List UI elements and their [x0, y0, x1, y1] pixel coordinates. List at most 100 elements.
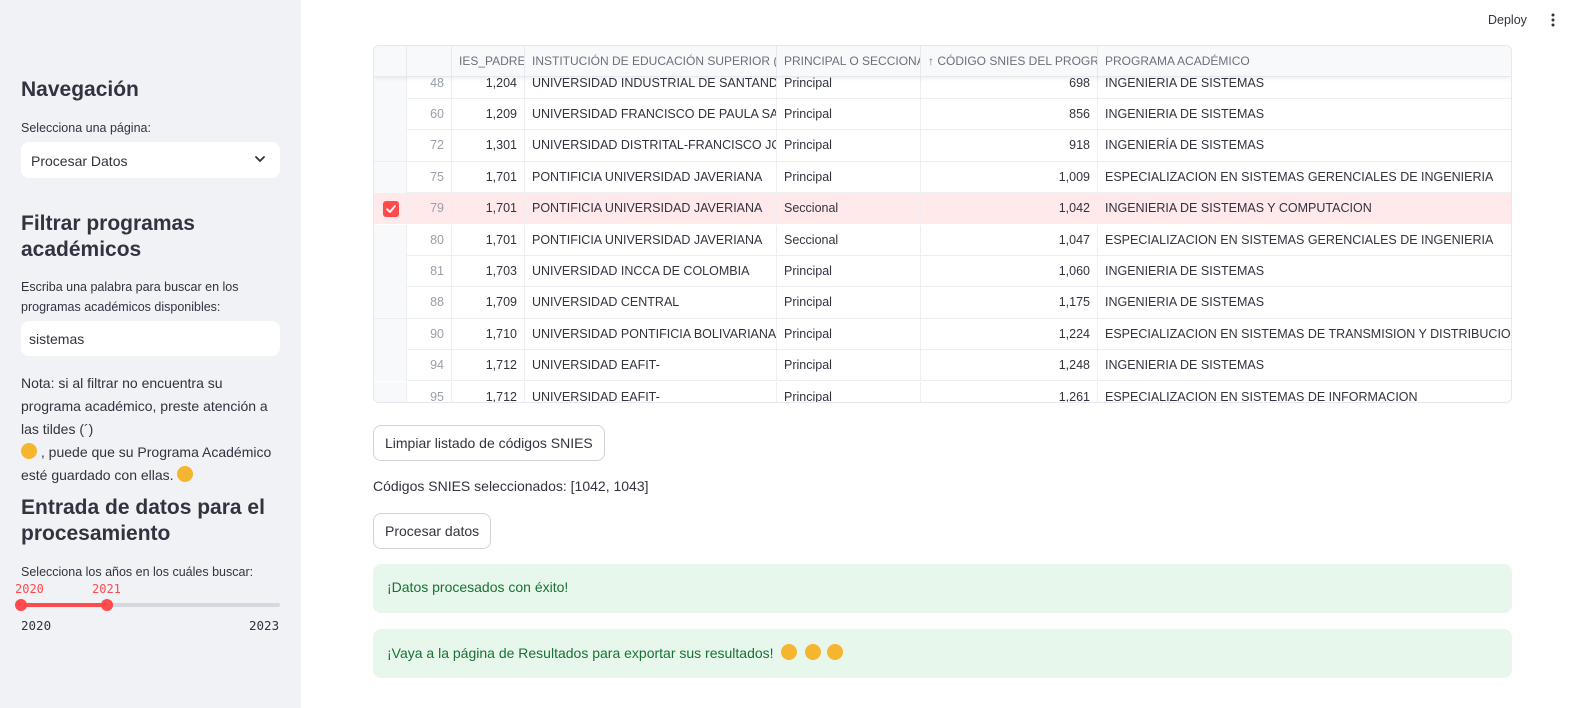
header-institucion[interactable]: INSTITUCIÓN DE EDUCACIÓN SUPERIOR (IES)	[525, 46, 777, 77]
cell-programa: ESPECIALIZACION EN SISTEMAS GERENCIALES …	[1105, 232, 1494, 247]
cell-ies-padre: 1,209	[452, 98, 525, 130]
kebab-menu-icon[interactable]	[1549, 12, 1557, 28]
process-data-button[interactable]: Procesar datos	[373, 513, 492, 549]
results-message: ¡Vaya a la página de Resultados para exp…	[387, 645, 774, 661]
input-title: Entrada de datos para el procesamiento	[21, 496, 265, 545]
money-mouth-emoji-icon	[827, 644, 844, 660]
filter-input[interactable]: sistemas	[21, 321, 280, 356]
header-ies-padre[interactable]: IES_PADRE	[452, 46, 525, 77]
slider-value-low: 2020	[15, 582, 44, 596]
row-select-cell[interactable]	[374, 224, 407, 256]
deploy-button[interactable]: Deploy	[1484, 11, 1531, 29]
table-row[interactable]: 81 1,703 UNIVERSIDAD INCCA DE COLOMBIA Prin…	[374, 255, 1511, 288]
cell-programa: INGENIERIA DE SISTEMAS	[1105, 263, 1265, 278]
table-row[interactable]: 90 1,710 UNIVERSIDAD PONTIFICIA BOLIVARIAN…	[374, 318, 1511, 351]
row-select-cell[interactable]	[374, 161, 407, 193]
cell-codigo-snies: 1,060	[921, 255, 1098, 287]
header-programa[interactable]: PROGRAMA ACADÉMICO	[1098, 46, 1511, 77]
row-index: 94	[407, 350, 452, 382]
cell-tipo: Principal	[777, 318, 921, 350]
cell-institucion: UNIVERSIDAD EAFIT-	[525, 381, 777, 402]
cell-ies-padre: 1,301	[452, 130, 525, 162]
slider-min: 2020	[21, 618, 52, 633]
cell-institucion: UNIVERSIDAD FRANCISCO DE PAULA SANTANDER	[525, 98, 777, 130]
row-index: 60	[407, 98, 452, 130]
filter-title: Filtrar programas académicos	[21, 212, 195, 261]
cell-programa: INGENIERIA DE SISTEMAS	[1105, 295, 1265, 310]
sidebar: Navegación Selecciona una página: Proces…	[0, 0, 301, 708]
page-select-value: Procesar Datos	[31, 153, 128, 169]
years-label: Selecciona los años en los cuáles buscar…	[21, 565, 254, 579]
programs-table[interactable]: IES_PADRE INSTITUCIÓN DE EDUCACIÓN SUPER…	[373, 45, 1512, 403]
success-message: ¡Datos procesados con éxito!	[387, 579, 569, 595]
cell-tipo: Principal	[777, 255, 921, 287]
row-select-cell[interactable]	[374, 318, 407, 350]
row-select-cell[interactable]	[374, 193, 407, 225]
header-checkbox-col	[374, 46, 407, 77]
table-header: IES_PADRE INSTITUCIÓN DE EDUCACIÓN SUPER…	[374, 46, 1511, 77]
cell-codigo-snies: 1,261	[921, 381, 1098, 402]
row-select-cell[interactable]	[374, 130, 407, 162]
chevron-down-icon	[255, 156, 265, 162]
cell-ies-padre: 1,712	[452, 350, 525, 382]
clear-snies-button[interactable]: Limpiar listado de códigos SNIES	[373, 425, 605, 461]
cell-tipo: Principal	[777, 98, 921, 130]
year-range-slider[interactable]	[15, 599, 280, 611]
row-select-cell[interactable]	[374, 287, 407, 319]
row-index: 75	[407, 161, 452, 193]
filter-label: Escriba una palabra para buscar en los p…	[21, 280, 239, 314]
row-index: 90	[407, 318, 452, 350]
row-checkbox-checked-icon[interactable]	[383, 201, 399, 218]
table-row[interactable]: 75 1,701 PONTIFICIA UNIVERSIDAD JAVERIANA P…	[374, 161, 1511, 194]
cell-programa: INGENIERIA DE SISTEMAS	[1105, 358, 1265, 373]
row-select-cell[interactable]	[374, 381, 407, 402]
nav-title: Navegación	[21, 78, 139, 101]
cell-programa: ESPECIALIZACION EN SISTEMAS GERENCIALES …	[1105, 169, 1494, 184]
cell-codigo-snies: 1,248	[921, 350, 1098, 382]
note-text-2: , puede que su Programa Académico esté g…	[21, 444, 272, 483]
cell-ies-padre: 1,701	[452, 224, 525, 256]
row-select-cell[interactable]	[374, 255, 407, 287]
note-text-1: Nota: si al filtrar no encuentra su prog…	[21, 375, 268, 437]
page-select[interactable]: Procesar Datos	[21, 142, 280, 178]
slider-max: 2023	[249, 618, 280, 633]
cell-institucion: UNIVERSIDAD EAFIT-	[525, 350, 777, 382]
winking-tongue-emoji-icon	[177, 466, 194, 482]
slider-thumb-low[interactable]	[15, 599, 27, 611]
cell-tipo: Seccional	[777, 224, 921, 256]
selected-codes-text: Códigos SNIES seleccionados: [1042, 1043…	[373, 478, 649, 494]
page-select-label: Selecciona una página:	[21, 121, 151, 135]
table-row[interactable]: 79 1,701 PONTIFICIA UNIVERSIDAD JAVERIANA S…	[374, 193, 1511, 225]
table-row[interactable]: 95 1,712 UNIVERSIDAD EAFIT- Principal 1,261 E…	[374, 381, 1511, 403]
cell-programa: INGENIERIA DE SISTEMAS	[1105, 106, 1265, 121]
table-row[interactable]: 94 1,712 UNIVERSIDAD EAFIT- Principal 1,248 I…	[374, 350, 1511, 382]
cell-ies-padre: 1,701	[452, 193, 525, 225]
cell-institucion: UNIVERSIDAD INCCA DE COLOMBIA	[525, 255, 777, 287]
row-select-cell[interactable]	[374, 98, 407, 130]
cell-ies-padre: 1,712	[452, 381, 525, 402]
cell-codigo-snies: 1,175	[921, 287, 1098, 319]
table-row[interactable]: 72 1,301 UNIVERSIDAD DISTRITAL-FRANCISCO J…	[374, 130, 1511, 162]
table-row[interactable]: 60 1,209 UNIVERSIDAD FRANCISCO DE PAULA SA…	[374, 98, 1511, 131]
cell-institucion: PONTIFICIA UNIVERSIDAD JAVERIANA	[525, 224, 777, 256]
results-alert: ¡Vaya a la página de Resultados para exp…	[373, 629, 1512, 678]
slider-thumb-high[interactable]	[101, 599, 114, 611]
cell-codigo-snies: 856	[921, 98, 1098, 130]
table-row[interactable]: 80 1,701 PONTIFICIA UNIVERSIDAD JAVERIANA S…	[374, 224, 1511, 256]
slider-value-high: 2021	[92, 582, 121, 596]
row-select-cell[interactable]	[374, 350, 407, 382]
header-principal-seccional[interactable]: PRINCIPAL O SECCIONAL	[777, 46, 921, 77]
table-row[interactable]: 88 1,709 UNIVERSIDAD CENTRAL Principal 1,175…	[374, 287, 1511, 319]
row-index: 95	[407, 381, 452, 402]
cell-codigo-snies: 1,042	[921, 193, 1098, 225]
row-index: 81	[407, 255, 452, 287]
cell-codigo-snies: 1,047	[921, 224, 1098, 256]
success-alert: ¡Datos procesados con éxito!	[373, 564, 1512, 613]
cell-programa: INGENIERIA DE SISTEMAS Y COMPUTACION	[1105, 201, 1372, 216]
cell-tipo: Principal	[777, 287, 921, 319]
row-index: 80	[407, 224, 452, 256]
row-index: 72	[407, 130, 452, 162]
cell-programa: ESPECIALIZACION EN SISTEMAS DE INFORMACI…	[1105, 389, 1418, 403]
cell-ies-padre: 1,703	[452, 255, 525, 287]
header-codigo-snies[interactable]: ↑ CÓDIGO SNIES DEL PROGRAMA	[921, 46, 1098, 77]
